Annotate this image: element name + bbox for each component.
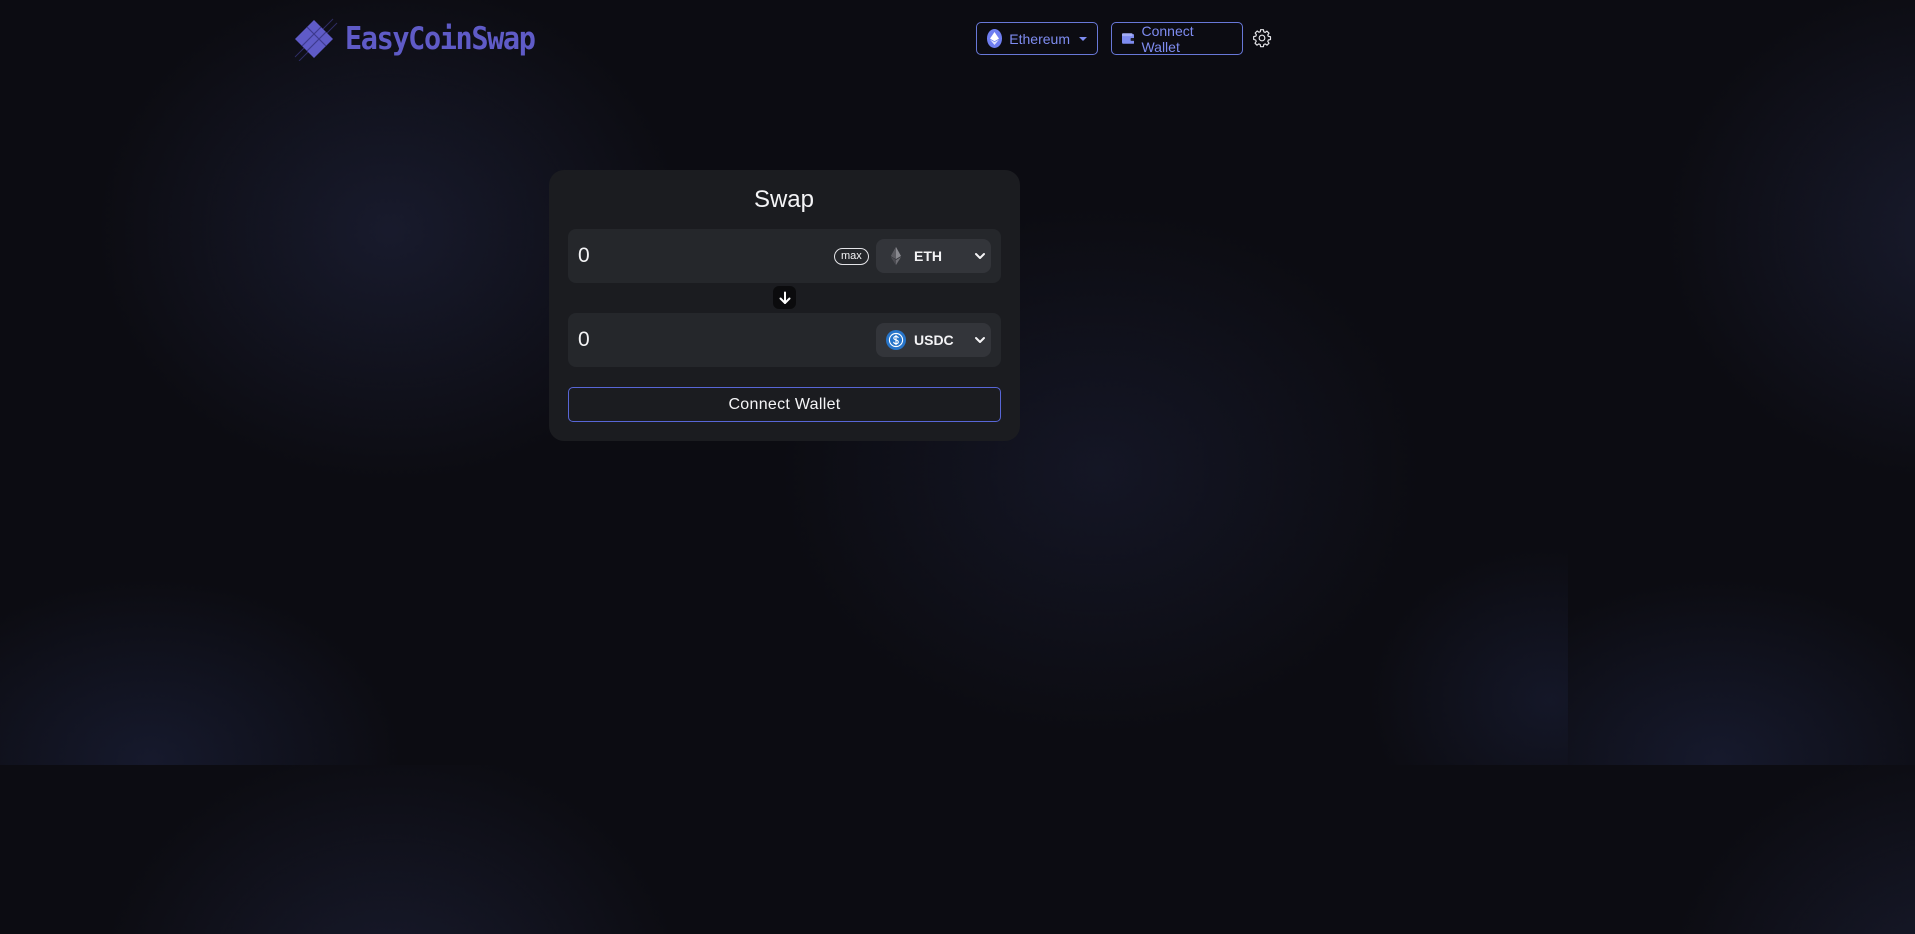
network-label: Ethereum [1009,30,1070,47]
to-token-row: USDC [568,313,1001,367]
max-button[interactable]: max [834,248,869,265]
arrow-down-icon [779,291,790,304]
from-token-label: ETH [914,248,942,264]
ethereum-icon [987,29,1003,48]
to-token-select[interactable]: USDC [876,323,991,357]
from-token-select[interactable]: ETH [876,239,991,273]
top-header: EasyCoinSwap Ethereum Connect Wallet [0,0,1568,78]
wallet-icon [1122,33,1135,44]
caret-down-icon [1079,36,1087,41]
chevron-down-icon [975,253,985,259]
diamond-logo-icon [294,18,338,61]
gear-icon[interactable] [1252,28,1272,48]
connect-wallet-button[interactable]: Connect Wallet [568,387,1001,422]
from-token-row: max ETH [568,229,1001,283]
header-connect-wallet-button[interactable]: Connect Wallet [1111,22,1243,55]
chevron-down-icon [975,337,985,343]
to-amount-input[interactable] [578,326,798,354]
usdc-icon [886,330,906,350]
to-token-label: USDC [914,332,954,348]
brand-name: EasyCoinSwap [345,21,536,57]
from-amount-input[interactable] [578,242,798,270]
swap-title: Swap [753,186,815,213]
switch-tokens-button[interactable] [773,286,796,309]
brand[interactable]: EasyCoinSwap [293,17,551,61]
header-connect-wallet-label: Connect Wallet [1141,22,1194,55]
ethereum-icon [891,247,901,265]
network-select-button[interactable]: Ethereum [976,22,1098,55]
